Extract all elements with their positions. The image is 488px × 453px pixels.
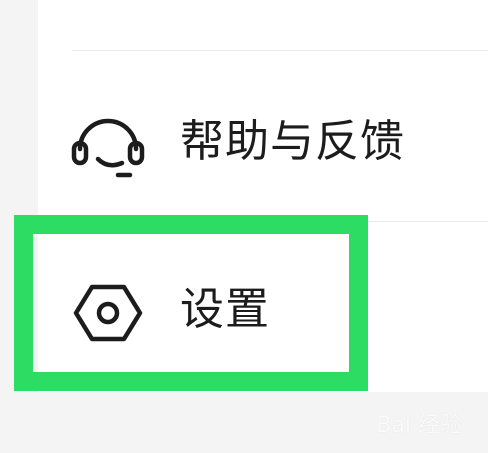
settings-menu-item[interactable]: 设置 [38,255,488,365]
headset-icon [70,105,146,181]
settings-label: 设置 [180,284,270,335]
left-background-strip [0,0,38,392]
hexagon-nut-icon [70,275,146,351]
help-feedback-label: 帮助与反馈 [180,116,405,167]
baidu-watermark: Bai 经验 [376,413,462,438]
middle-divider [72,221,488,222]
top-divider [72,50,488,51]
help-feedback-menu-item[interactable]: 帮助与反馈 [38,85,488,195]
